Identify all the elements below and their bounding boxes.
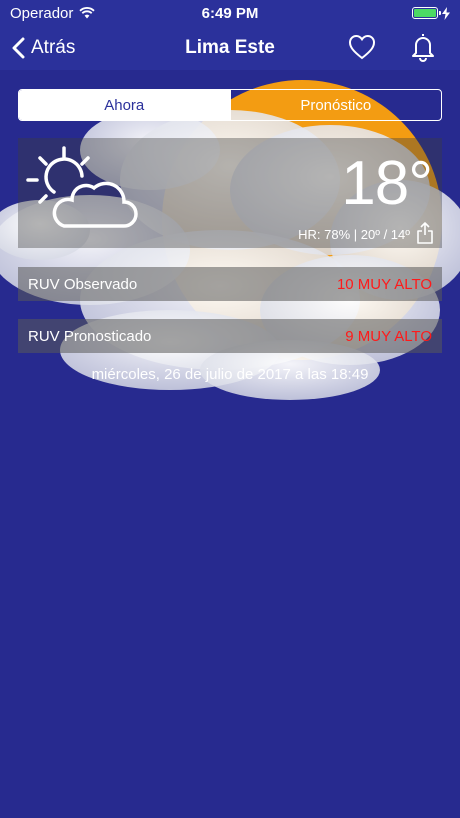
- chevron-left-icon: [12, 37, 25, 59]
- charging-bolt-icon: [442, 6, 450, 20]
- ruv-observed-row: RUV Observado 10 MUY ALTO: [18, 267, 442, 301]
- heart-icon: [348, 34, 376, 60]
- tab-switcher: Ahora Pronóstico: [18, 89, 442, 121]
- ruv-forecast-label: RUV Pronosticado: [28, 327, 152, 345]
- humidity-temp-range: HR: 78% | 20º / 14º: [298, 227, 410, 242]
- share-icon[interactable]: [416, 222, 434, 244]
- tab-now[interactable]: Ahora: [19, 90, 230, 120]
- notifications-button[interactable]: [410, 31, 436, 68]
- tab-forecast[interactable]: Pronóstico: [229, 90, 442, 120]
- ruv-observed-value: 10 MUY ALTO: [336, 275, 432, 293]
- status-left: Operador: [10, 4, 96, 22]
- status-bar: Operador 6:49 PM: [0, 0, 460, 26]
- partly-cloudy-icon: [26, 146, 138, 228]
- ruv-forecast-row: RUV Pronosticado 9 MUY ALTO: [18, 319, 442, 353]
- back-button[interactable]: Atrás: [12, 37, 75, 59]
- back-label: Atrás: [31, 37, 76, 58]
- ruv-observed-label: RUV Observado: [28, 275, 138, 293]
- favorite-button[interactable]: [348, 34, 376, 65]
- wifi-icon: [79, 7, 96, 19]
- bell-icon: [412, 34, 434, 62]
- last-updated-date: miércoles, 26 de julio de 2017 a las 18:…: [91, 366, 369, 383]
- battery-icon: [412, 7, 441, 19]
- current-weather-panel: 18° HR: 78% | 20º / 14º: [18, 138, 442, 248]
- ruv-forecast-value: 9 MUY ALTO: [345, 327, 432, 345]
- temperature-value: 18°: [341, 149, 433, 218]
- carrier-label: Operador: [10, 4, 74, 22]
- navigation-bar: Atrás Lima Este: [0, 26, 460, 70]
- status-right: [412, 6, 450, 20]
